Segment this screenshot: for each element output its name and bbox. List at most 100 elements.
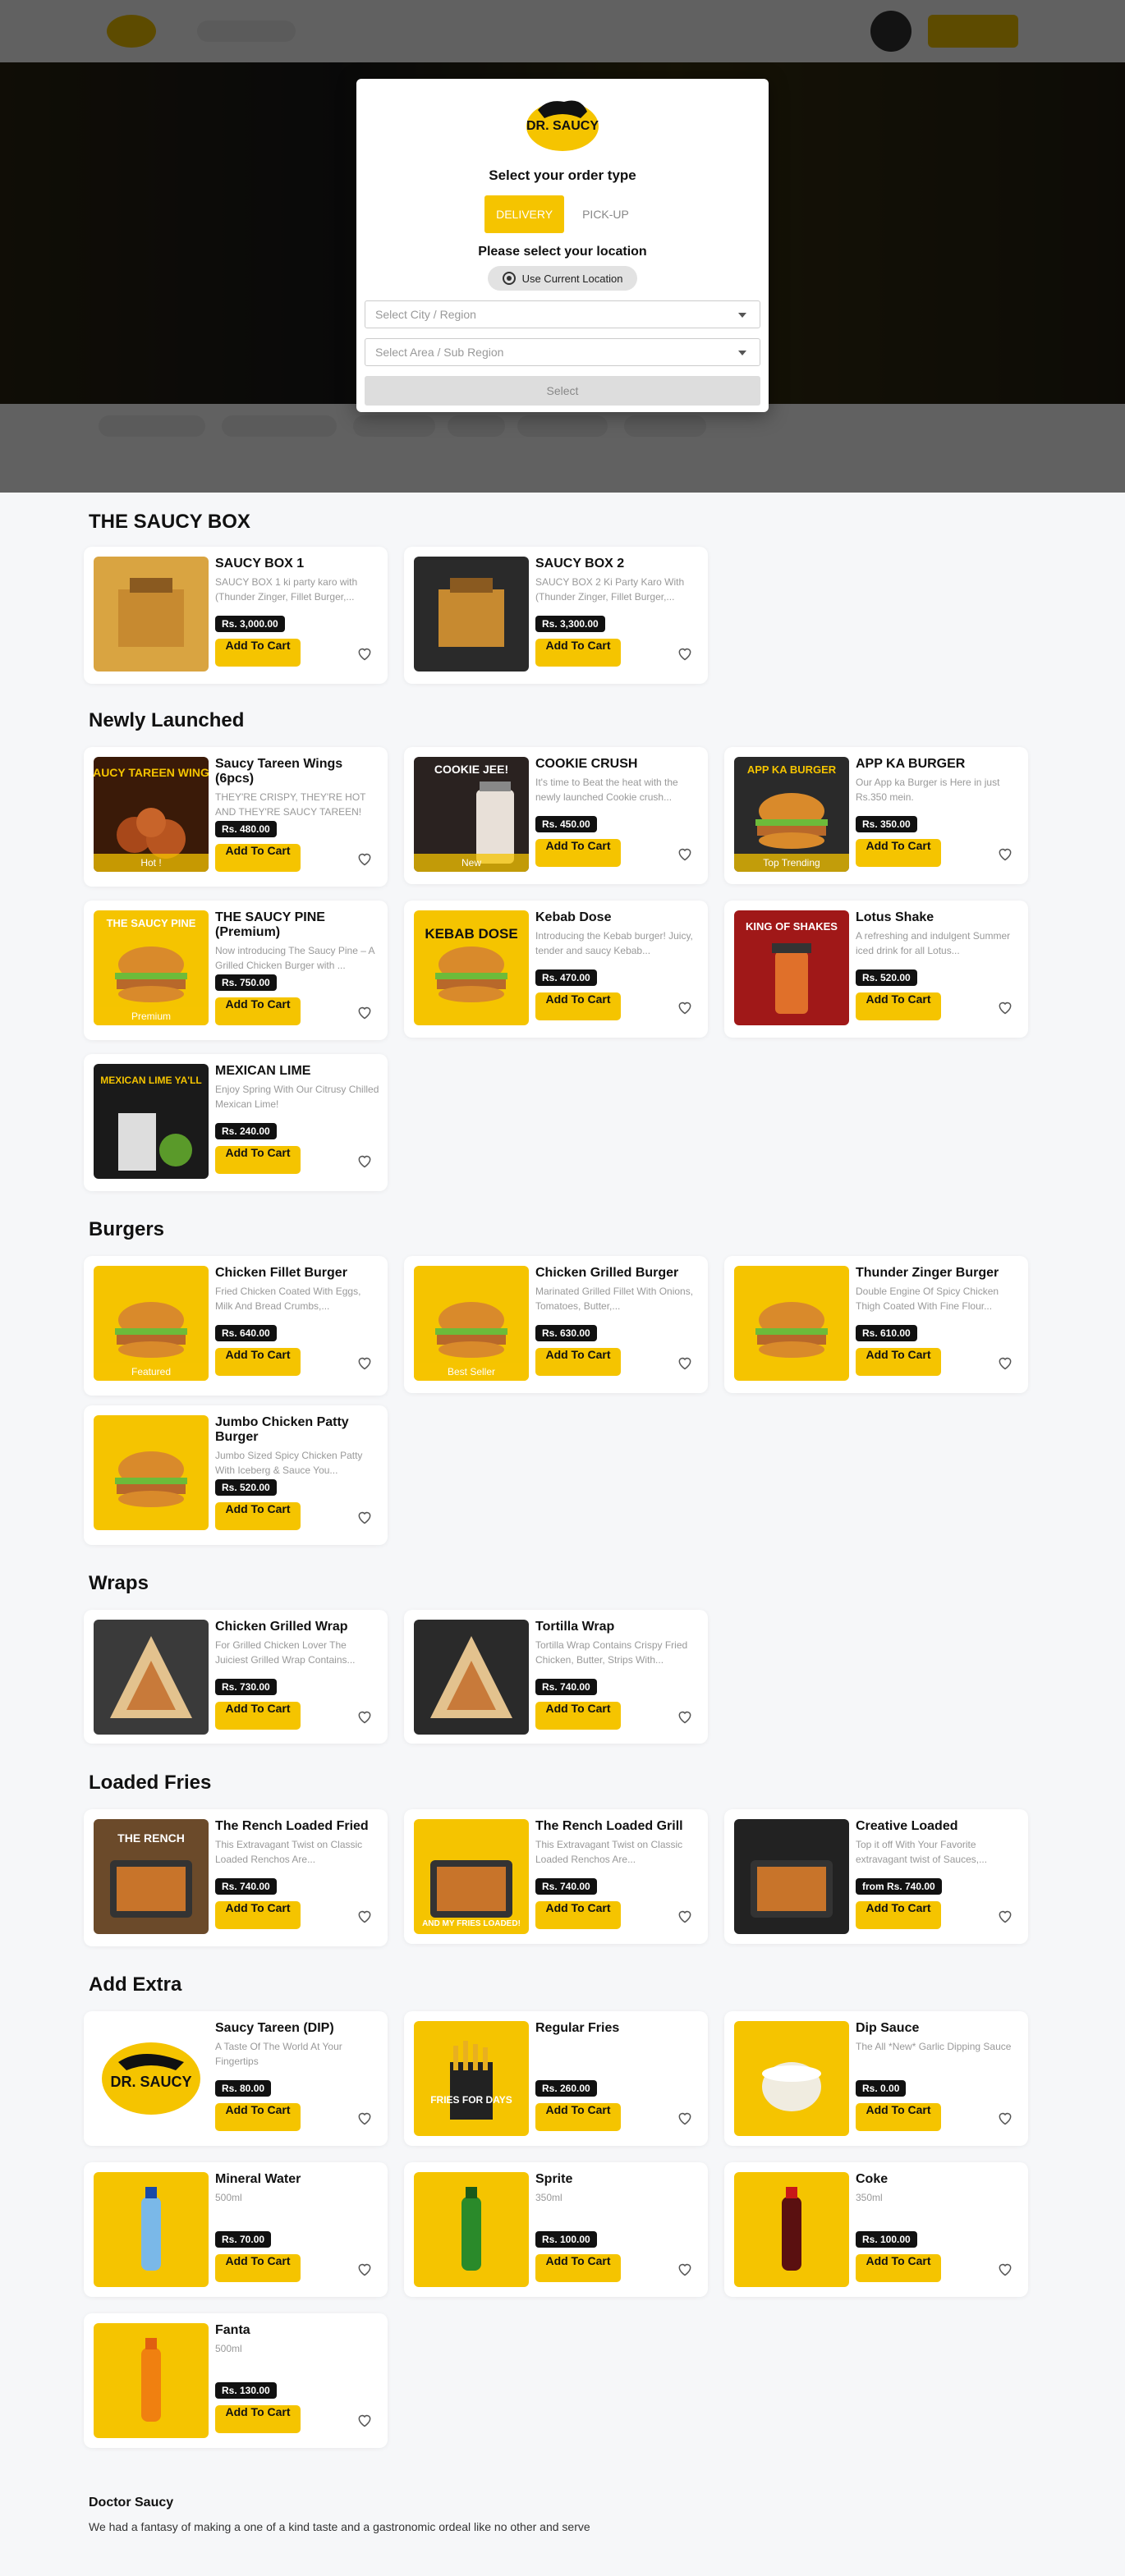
product-image[interactable]: [414, 557, 529, 672]
product-name[interactable]: The Rench Loaded Grill: [535, 1819, 700, 1834]
product-image[interactable]: [734, 2021, 849, 2136]
product-card[interactable]: Fanta 500ml Rs. 130.00 Add To Cart: [84, 2313, 388, 2448]
product-card[interactable]: COOKIE JEE! New COOKIE CRUSH It's time t…: [404, 747, 708, 884]
product-card[interactable]: SAUCY BOX 2 SAUCY BOX 2 Ki Party Karo Wi…: [404, 547, 708, 684]
heart-icon[interactable]: [356, 850, 373, 867]
add-to-cart-button[interactable]: Add To Cart: [215, 1348, 301, 1376]
product-image[interactable]: DR. SAUCY: [94, 2021, 209, 2136]
product-name[interactable]: Chicken Grilled Burger: [535, 1266, 700, 1281]
product-name[interactable]: Chicken Fillet Burger: [215, 1266, 379, 1281]
product-card[interactable]: Sprite 350ml Rs. 100.00 Add To Cart: [404, 2162, 708, 2297]
product-card[interactable]: KING OF SHAKES Lotus Shake A refreshing …: [724, 901, 1028, 1038]
product-name[interactable]: Chicken Grilled Wrap: [215, 1620, 379, 1634]
add-to-cart-button[interactable]: Add To Cart: [535, 639, 621, 667]
product-image[interactable]: [734, 1266, 849, 1381]
product-name[interactable]: Jumbo Chicken Patty Burger: [215, 1415, 379, 1445]
product-name[interactable]: THE SAUCY PINE (Premium): [215, 910, 379, 940]
product-card[interactable]: Thunder Zinger Burger Double Engine Of S…: [724, 1256, 1028, 1393]
product-card[interactable]: Coke 350ml Rs. 100.00 Add To Cart: [724, 2162, 1028, 2297]
product-image[interactable]: [414, 1620, 529, 1735]
add-to-cart-button[interactable]: Add To Cart: [856, 839, 941, 867]
heart-icon[interactable]: [677, 1908, 693, 1924]
product-name[interactable]: The Rench Loaded Fried: [215, 1819, 379, 1834]
product-image[interactable]: [94, 2172, 209, 2287]
product-card[interactable]: SAUCY BOX 1 SAUCY BOX 1 ki party karo wi…: [84, 547, 388, 684]
select-button[interactable]: Select: [365, 376, 760, 406]
product-name[interactable]: COOKIE CRUSH: [535, 757, 700, 772]
product-name[interactable]: APP KA BURGER: [856, 757, 1020, 772]
heart-icon[interactable]: [677, 1708, 693, 1725]
product-image[interactable]: THE RENCH: [94, 1819, 209, 1934]
add-to-cart-button[interactable]: Add To Cart: [215, 1502, 301, 1530]
add-to-cart-button[interactable]: Add To Cart: [215, 2254, 301, 2282]
delivery-button[interactable]: DELIVERY: [484, 195, 565, 233]
product-card[interactable]: APP KA BURGER Top Trending APP KA BURGER…: [724, 747, 1028, 884]
add-to-cart-button[interactable]: Add To Cart: [856, 1348, 941, 1376]
heart-icon[interactable]: [356, 1004, 373, 1020]
heart-icon[interactable]: [997, 846, 1013, 862]
product-card[interactable]: Jumbo Chicken Patty Burger Jumbo Sized S…: [84, 1405, 388, 1545]
product-image[interactable]: FRIES FOR DAYS: [414, 2021, 529, 2136]
product-name[interactable]: SAUCY BOX 1: [215, 557, 379, 571]
heart-icon[interactable]: [356, 2261, 373, 2277]
product-card[interactable]: Tortilla Wrap Tortilla Wrap Contains Cri…: [404, 1610, 708, 1744]
product-image[interactable]: Featured: [94, 1266, 209, 1381]
area-select[interactable]: Select Area / Sub Region: [365, 338, 760, 366]
product-name[interactable]: Dip Sauce: [856, 2021, 1020, 2036]
add-to-cart-button[interactable]: Add To Cart: [535, 1702, 621, 1730]
add-to-cart-button[interactable]: Add To Cart: [215, 2405, 301, 2433]
add-to-cart-button[interactable]: Add To Cart: [856, 2254, 941, 2282]
product-card[interactable]: Best Seller Chicken Grilled Burger Marin…: [404, 1256, 708, 1393]
product-image[interactable]: COOKIE JEE! New: [414, 757, 529, 872]
heart-icon[interactable]: [356, 1908, 373, 1924]
product-name[interactable]: Regular Fries: [535, 2021, 700, 2036]
heart-icon[interactable]: [677, 2110, 693, 2126]
product-card[interactable]: SAUCY TAREEN WINGS Hot ! Saucy Tareen Wi…: [84, 747, 388, 887]
add-to-cart-button[interactable]: Add To Cart: [215, 1901, 301, 1929]
product-image[interactable]: [94, 2323, 209, 2438]
product-card[interactable]: FRIES FOR DAYS Regular Fries Rs. 260.00 …: [404, 2011, 708, 2146]
heart-icon[interactable]: [356, 1509, 373, 1525]
product-image[interactable]: [414, 2172, 529, 2287]
product-image[interactable]: SAUCY TAREEN WINGS Hot !: [94, 757, 209, 872]
add-to-cart-button[interactable]: Add To Cart: [856, 1901, 941, 1929]
heart-icon[interactable]: [997, 1908, 1013, 1924]
product-card[interactable]: KEBAB DOSE Kebab Dose Introducing the Ke…: [404, 901, 708, 1038]
product-name[interactable]: SAUCY BOX 2: [535, 557, 700, 571]
city-select[interactable]: Select City / Region: [365, 300, 760, 328]
add-to-cart-button[interactable]: Add To Cart: [856, 992, 941, 1020]
add-to-cart-button[interactable]: Add To Cart: [215, 2103, 301, 2131]
product-image[interactable]: [94, 1415, 209, 1530]
product-image[interactable]: [734, 2172, 849, 2287]
product-name[interactable]: Thunder Zinger Burger: [856, 1266, 1020, 1281]
heart-icon[interactable]: [677, 999, 693, 1015]
add-to-cart-button[interactable]: Add To Cart: [215, 997, 301, 1025]
product-card[interactable]: THE RENCH The Rench Loaded Fried This Ex…: [84, 1809, 388, 1946]
product-name[interactable]: Tortilla Wrap: [535, 1620, 700, 1634]
heart-icon[interactable]: [997, 2261, 1013, 2277]
add-to-cart-button[interactable]: Add To Cart: [535, 2254, 621, 2282]
add-to-cart-button[interactable]: Add To Cart: [215, 844, 301, 872]
product-image[interactable]: KING OF SHAKES: [734, 910, 849, 1025]
product-name[interactable]: Lotus Shake: [856, 910, 1020, 925]
product-card[interactable]: Creative Loaded Top it off With Your Fav…: [724, 1809, 1028, 1944]
add-to-cart-button[interactable]: Add To Cart: [535, 992, 621, 1020]
product-image[interactable]: [734, 1819, 849, 1934]
heart-icon[interactable]: [677, 2261, 693, 2277]
add-to-cart-button[interactable]: Add To Cart: [215, 1702, 301, 1730]
product-card[interactable]: MEXICAN LIME YA'LL MEXICAN LIME Enjoy Sp…: [84, 1054, 388, 1191]
product-card[interactable]: Chicken Grilled Wrap For Grilled Chicken…: [84, 1610, 388, 1744]
heart-icon[interactable]: [356, 1153, 373, 1169]
product-card[interactable]: Dip Sauce The All *New* Garlic Dipping S…: [724, 2011, 1028, 2146]
product-image[interactable]: THE SAUCY PINE Premium: [94, 910, 209, 1025]
product-card[interactable]: THE SAUCY PINE Premium THE SAUCY PINE (P…: [84, 901, 388, 1040]
product-image[interactable]: [94, 557, 209, 672]
product-image[interactable]: KEBAB DOSE: [414, 910, 529, 1025]
heart-icon[interactable]: [677, 1354, 693, 1371]
product-name[interactable]: Kebab Dose: [535, 910, 700, 925]
use-current-location-button[interactable]: Use Current Location: [487, 266, 638, 291]
add-to-cart-button[interactable]: Add To Cart: [215, 1146, 301, 1174]
heart-icon[interactable]: [356, 2110, 373, 2126]
product-name[interactable]: Fanta: [215, 2323, 379, 2338]
product-name[interactable]: Mineral Water: [215, 2172, 379, 2187]
